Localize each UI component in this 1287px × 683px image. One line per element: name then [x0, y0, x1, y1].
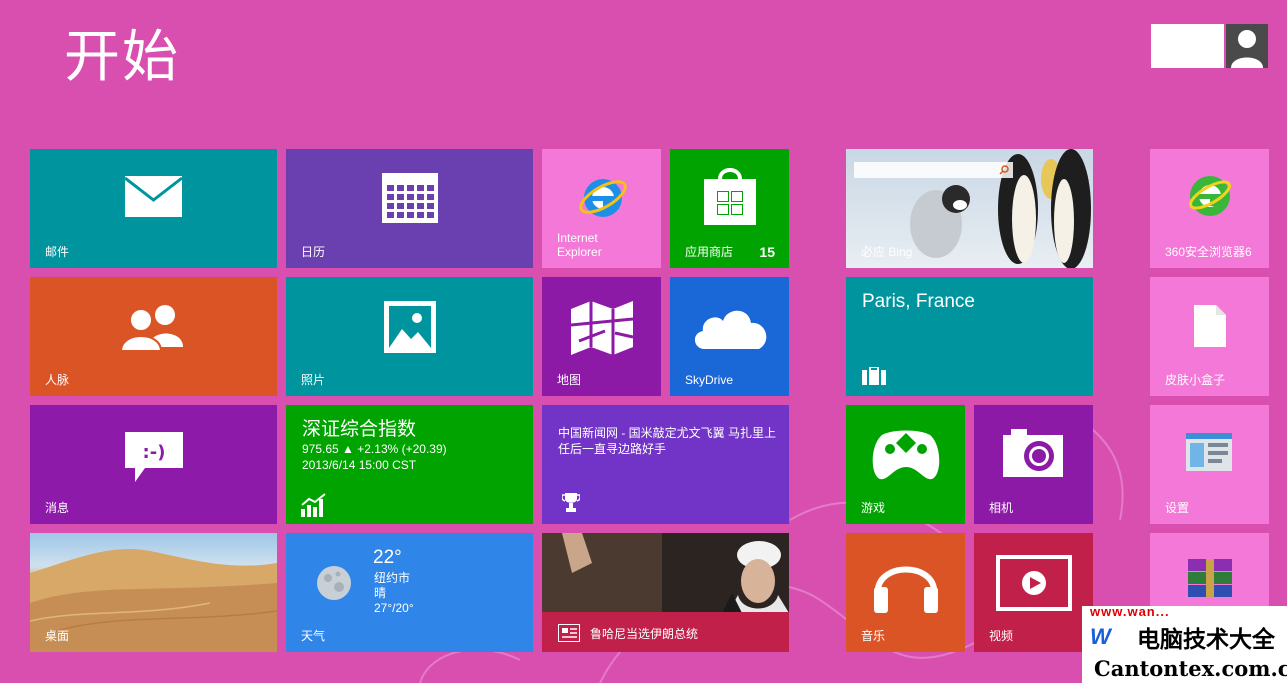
tile-label: 皮肤小盒子: [1165, 373, 1226, 387]
tile-news[interactable]: 中国新闻网 - 国米敲定尤文飞翼 马扎里上任后一直寻边路好手: [542, 405, 789, 524]
news-headline: 中国新闻网 - 国米敲定尤文飞翼 马扎里上任后一直寻边路好手: [558, 426, 776, 456]
video-play-icon: [996, 555, 1072, 611]
tile-desktop[interactable]: 桌面: [30, 533, 277, 652]
svg-text::-): :-): [143, 442, 166, 463]
xbox-controller-icon: [872, 429, 940, 481]
chart-icon: [301, 493, 327, 517]
internet-explorer-icon: [577, 171, 629, 223]
tile-label: SkyDrive: [685, 373, 734, 387]
tile-label: 桌面: [45, 629, 70, 643]
winrar-books-icon: [1188, 559, 1232, 599]
tile-label: 人脉: [45, 373, 70, 387]
tile-label: 游戏: [861, 501, 886, 515]
suitcase-icon: [862, 367, 886, 385]
tile-maps[interactable]: 地图: [542, 277, 661, 396]
tile-bing[interactable]: 必应 Bing: [846, 149, 1093, 268]
tile-label: 天气: [301, 629, 326, 643]
news-caption-bar: 鲁哈尼当选伊朗总统: [542, 612, 789, 652]
tile-settings[interactable]: 设置: [1150, 405, 1269, 524]
moon-icon: [316, 565, 352, 601]
newspaper-icon: [558, 624, 580, 642]
store-bag-icon: [704, 165, 756, 227]
tile-camera[interactable]: 相机: [974, 405, 1093, 524]
watermark-logo: W: [1090, 624, 1111, 649]
search-icon: [999, 165, 1009, 175]
user-silhouette-icon: [1231, 30, 1263, 68]
tile-messaging[interactable]: :-) 消息: [30, 405, 277, 524]
store-update-badge: 15: [759, 244, 775, 260]
chat-bubble-icon: :-): [125, 432, 183, 482]
map-icon: [571, 301, 633, 355]
tile-label: 照片: [301, 373, 326, 387]
tile-games[interactable]: 游戏: [846, 405, 965, 524]
weather-range: 27°/20°: [374, 601, 414, 615]
watermark-chinese-text: 电脑技术大全: [1137, 627, 1275, 653]
tile-store[interactable]: 应用商店 15: [670, 149, 789, 268]
weather-condition: 晴: [374, 586, 387, 600]
settings-window-icon: [1186, 433, 1232, 471]
stock-index-name: 深证综合指数: [302, 419, 417, 440]
start-title: 开始: [64, 25, 180, 88]
travel-destination: Paris, France: [862, 291, 975, 312]
watermark-domain: Cantontex.com.cn: [1094, 656, 1287, 681]
calendar-icon: [382, 173, 438, 223]
cloud-icon: [691, 303, 771, 351]
trophy-icon: [562, 493, 580, 513]
watermark-url-top: www.wan...: [1090, 604, 1170, 619]
picture-icon: [384, 301, 436, 353]
tile-mail[interactable]: 邮件: [30, 149, 277, 268]
tile-skydrive[interactable]: SkyDrive: [670, 277, 789, 396]
tile-label: 视频: [989, 629, 1014, 643]
tile-label: 日历: [301, 245, 326, 259]
tile-label: 360安全浏览器6: [1165, 245, 1252, 259]
mail-icon: [125, 176, 182, 217]
document-icon: [1194, 305, 1226, 347]
tile-video[interactable]: 视频: [974, 533, 1093, 652]
tile-label: 设置: [1165, 501, 1190, 515]
browser-360-icon: [1187, 173, 1233, 219]
tile-label: 应用商店: [685, 245, 734, 259]
tile-label: 必应 Bing: [861, 245, 913, 259]
tile-music[interactable]: 音乐: [846, 533, 965, 652]
tile-label: 音乐: [861, 629, 886, 643]
weather-temperature: 22°: [373, 547, 402, 568]
tile-label: 地图: [557, 373, 582, 387]
camera-icon: [1003, 429, 1063, 477]
headphones-icon: [872, 551, 940, 615]
tile-people[interactable]: 人脉: [30, 277, 277, 396]
bing-search-box[interactable]: [854, 162, 1013, 178]
tile-weather[interactable]: 22° 纽约市 晴 27°/20° 天气: [286, 533, 533, 652]
tile-news-photo[interactable]: 鲁哈尼当选伊朗总统: [542, 533, 789, 652]
tile-calendar[interactable]: 日历: [286, 149, 533, 268]
tile-finance[interactable]: 深证综合指数 975.65 ▲ +2.13% (+20.39) 2013/6/1…: [286, 405, 533, 524]
tile-travel[interactable]: Paris, France: [846, 277, 1093, 396]
weather-city: 纽约市: [374, 571, 411, 585]
stock-timestamp: 2013/6/14 15:00 CST: [302, 458, 417, 472]
tile-label: 消息: [45, 501, 70, 515]
tile-label: Internet Explorer: [557, 231, 602, 259]
stock-quote: 975.65 ▲ +2.13% (+20.39): [302, 442, 447, 456]
tile-360-browser[interactable]: 360安全浏览器6: [1150, 149, 1269, 268]
tile-photos[interactable]: 照片: [286, 277, 533, 396]
news-photo-image: [542, 533, 789, 613]
user-name-box[interactable]: [1151, 24, 1224, 68]
news-photo-caption: 鲁哈尼当选伊朗总统: [590, 627, 699, 641]
people-icon: [121, 303, 185, 351]
tile-label: 邮件: [45, 245, 70, 259]
user-avatar[interactable]: [1226, 24, 1268, 68]
tile-internet-explorer[interactable]: Internet Explorer: [542, 149, 661, 268]
watermark-banner: www.wan... W 电脑技术大全 Cantontex.com.cn: [1082, 604, 1287, 683]
tile-label: 相机: [989, 501, 1014, 515]
tile-skin-box[interactable]: 皮肤小盒子: [1150, 277, 1269, 396]
